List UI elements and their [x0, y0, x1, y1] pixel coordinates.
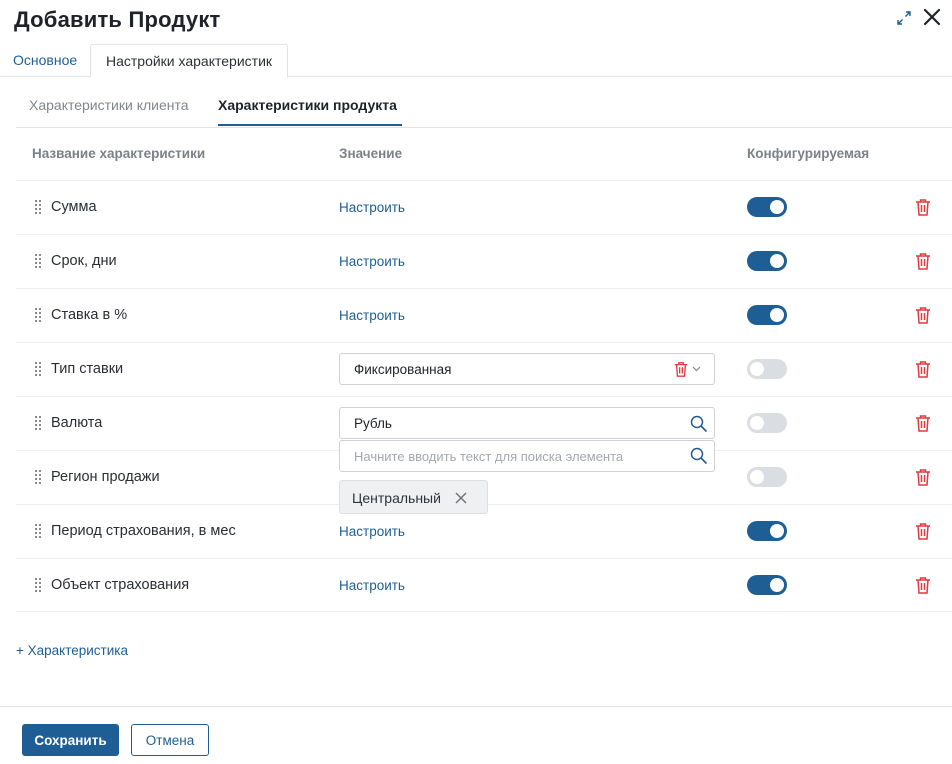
- drag-handle-icon[interactable]: [35, 470, 43, 485]
- subtab-product-characteristics[interactable]: Характеристики продукта: [218, 97, 397, 113]
- characteristic-name: Тип ставки: [51, 361, 124, 377]
- configurable-toggle[interactable]: [747, 251, 787, 271]
- configure-link[interactable]: Настроить: [339, 254, 405, 269]
- drag-handle-icon[interactable]: [35, 362, 43, 377]
- configurable-toggle[interactable]: [747, 575, 787, 595]
- dialog-title: Добавить Продукт: [14, 7, 221, 32]
- trash-icon[interactable]: [914, 468, 932, 487]
- column-header-configurable: Конфигурируемая: [747, 146, 870, 161]
- trash-icon[interactable]: [914, 252, 932, 271]
- cancel-button[interactable]: Отмена: [131, 724, 209, 756]
- drag-handle-icon[interactable]: [35, 416, 43, 431]
- table-row: Сумма Настроить: [16, 180, 952, 234]
- element-search-input[interactable]: [339, 440, 715, 472]
- configurable-toggle[interactable]: [747, 521, 787, 541]
- currency-search-field[interactable]: Рубль: [339, 407, 715, 439]
- table-row: Ставка в % Настроить: [16, 288, 952, 342]
- close-icon[interactable]: [921, 6, 943, 28]
- characteristic-name: Объект страхования: [51, 577, 190, 593]
- characteristic-name: Срок, дни: [51, 253, 117, 269]
- tab-characteristics-settings[interactable]: Настройки характеристик: [90, 44, 288, 78]
- remove-tag-icon[interactable]: [455, 492, 467, 504]
- table-row: Объект страхования Настроить: [16, 558, 952, 612]
- tab-basic[interactable]: Основное: [0, 44, 90, 77]
- save-button[interactable]: Сохранить: [22, 724, 119, 756]
- column-header-value: Значение: [339, 146, 403, 161]
- drag-handle-icon[interactable]: [35, 578, 43, 593]
- dialog-header: Добавить Продукт: [0, 0, 952, 44]
- search-icon[interactable]: [690, 447, 707, 464]
- drag-handle-icon[interactable]: [35, 254, 43, 269]
- trash-icon[interactable]: [914, 414, 932, 433]
- chip-label: Центральный: [352, 490, 441, 506]
- configure-link[interactable]: Настроить: [339, 578, 405, 593]
- characteristic-name: Валюта: [51, 415, 103, 431]
- configure-link[interactable]: Настроить: [339, 308, 405, 323]
- trash-icon[interactable]: [914, 522, 932, 541]
- select-value: Фиксированная: [354, 362, 452, 377]
- trash-icon[interactable]: [914, 360, 932, 379]
- column-header-name: Название характеристики: [32, 146, 206, 161]
- subtab-client-characteristics[interactable]: Характеристики клиента: [29, 97, 189, 113]
- main-tabs: Основное Настройки характеристик: [0, 44, 952, 78]
- drag-handle-icon[interactable]: [35, 200, 43, 215]
- drag-handle-icon[interactable]: [35, 308, 43, 323]
- region-tag-chip: Центральный: [339, 480, 488, 514]
- characteristic-name: Ставка в %: [51, 307, 128, 323]
- active-subtab-indicator: [218, 124, 402, 126]
- configurable-toggle[interactable]: [747, 305, 787, 325]
- search-icon[interactable]: [690, 415, 707, 432]
- characteristic-name: Период страхования, в мес: [51, 523, 236, 539]
- configurable-toggle[interactable]: [747, 467, 787, 487]
- configure-link[interactable]: Настроить: [339, 524, 405, 539]
- expand-icon[interactable]: [895, 9, 913, 27]
- drag-handle-icon[interactable]: [35, 524, 43, 539]
- trash-icon[interactable]: [914, 576, 932, 595]
- configurable-toggle[interactable]: [747, 413, 787, 433]
- sub-tabs: Характеристики клиента Характеристики пр…: [16, 77, 952, 128]
- configurable-toggle[interactable]: [747, 359, 787, 379]
- trash-icon[interactable]: [914, 306, 932, 325]
- trash-icon[interactable]: [914, 198, 932, 217]
- add-characteristic-link[interactable]: + Характеристика: [16, 643, 128, 658]
- search-field-value: Рубль: [354, 416, 392, 431]
- table-row: Срок, дни Настроить: [16, 234, 952, 288]
- configurable-toggle[interactable]: [747, 197, 787, 217]
- clear-selection-trash-icon[interactable]: [673, 361, 689, 378]
- rate-type-select[interactable]: Фиксированная: [339, 353, 715, 385]
- characteristic-name: Сумма: [51, 199, 97, 215]
- characteristic-name: Регион продажи: [51, 469, 160, 485]
- dialog-footer: Сохранить Отмена: [0, 706, 952, 764]
- configure-link[interactable]: Настроить: [339, 200, 405, 215]
- chevron-down-icon[interactable]: [692, 366, 701, 372]
